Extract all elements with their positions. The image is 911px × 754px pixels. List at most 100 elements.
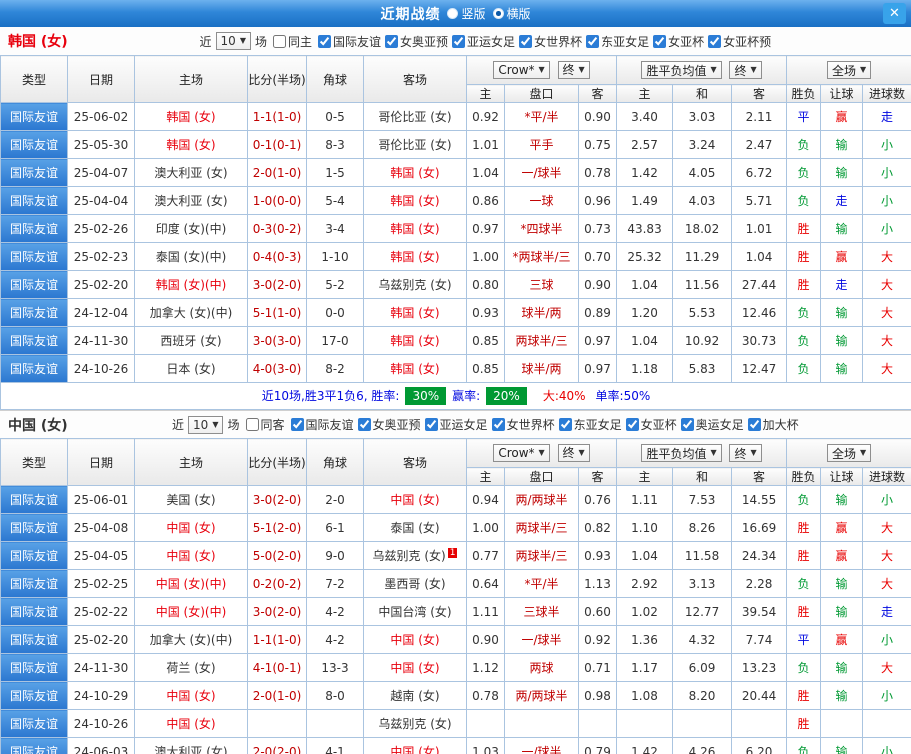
- match-row: 国际友谊 25-02-20 加拿大 (女)(中) 1-1(1-0) 4-2 中国 (女) 0…: [0, 625, 911, 654]
- match-score: 2-0(2-0): [247, 737, 307, 754]
- result-handicap: 赢: [820, 102, 864, 131]
- same-venue-checkbox[interactable]: 同主: [269, 33, 312, 50]
- match-row: 国际友谊 25-05-30 韩国 (女) 0-1(0-1) 8-3 哥伦比亚 (女) 1.0…: [0, 130, 911, 159]
- match-type-link[interactable]: 国际友谊: [0, 569, 68, 598]
- dropdown-arrow-icon: ▼: [538, 448, 545, 458]
- layout-radio-horizontal[interactable]: 横版: [492, 5, 531, 22]
- match-score: 4-1(0-1): [247, 653, 307, 682]
- handicap-final-select[interactable]: 终 ▼: [557, 60, 590, 79]
- avg-odds-select[interactable]: 胜平负均值 ▼: [641, 61, 722, 79]
- filter-checkbox[interactable]: 女亚杯: [622, 416, 677, 433]
- match-row: 国际友谊 24-11-30 西班牙 (女) 3-0(3-0) 17-0 韩国 (女) 0.8…: [0, 326, 911, 355]
- checkbox-input[interactable]: [318, 34, 332, 48]
- avg-home-odds: 1.49: [616, 186, 674, 215]
- checkbox-input[interactable]: [385, 34, 399, 48]
- away-team: 中国 (女): [363, 737, 467, 754]
- close-button[interactable]: ✕: [883, 3, 906, 24]
- recent-count-select[interactable]: 10 ▼: [215, 32, 251, 50]
- checkbox-input[interactable]: [273, 34, 286, 48]
- avg-home-odds: 3.40: [616, 102, 674, 131]
- match-type-link[interactable]: 国际友谊: [0, 242, 68, 271]
- checkbox-input[interactable]: [680, 418, 694, 431]
- filter-checkbox[interactable]: 国际友谊: [314, 33, 381, 50]
- match-type-link[interactable]: 国际友谊: [0, 541, 68, 570]
- filter-checkbox[interactable]: 加大杯: [744, 416, 799, 433]
- result-outcome: 负: [786, 485, 822, 514]
- result-goals: 小: [862, 485, 911, 514]
- filter-checkbox[interactable]: 东亚女足: [582, 33, 649, 50]
- match-type-link[interactable]: 国际友谊: [0, 298, 68, 327]
- col-header-date: 日期: [67, 438, 135, 486]
- avg-away-odds: 12.47: [731, 354, 788, 383]
- scope-select[interactable]: 全场 ▼: [826, 444, 872, 462]
- match-type-link[interactable]: 国际友谊: [0, 354, 68, 383]
- match-type-link[interactable]: 国际友谊: [0, 709, 68, 738]
- result-handicap: 输: [820, 681, 864, 710]
- match-type-link[interactable]: 国际友谊: [0, 158, 68, 187]
- match-type-link[interactable]: 国际友谊: [0, 681, 68, 710]
- checkbox-input[interactable]: [625, 418, 639, 431]
- checkbox-input[interactable]: [653, 34, 667, 48]
- match-score: 0-4(0-3): [247, 242, 307, 271]
- avg-home-odds: 1.08: [616, 681, 674, 710]
- filter-checkbox[interactable]: 女世界杯: [488, 416, 555, 433]
- avg-draw-odds: 12.77: [672, 597, 733, 626]
- match-type-link[interactable]: 国际友谊: [0, 513, 68, 542]
- checkbox-input[interactable]: [245, 418, 259, 431]
- corner-score: 4-1: [306, 737, 364, 754]
- match-type-link[interactable]: 国际友谊: [0, 270, 68, 299]
- checkbox-input[interactable]: [452, 34, 466, 48]
- checkbox-input[interactable]: [747, 418, 761, 431]
- filter-label: 东亚女足: [573, 418, 622, 432]
- checkbox-input[interactable]: [491, 418, 505, 431]
- match-row: 国际友谊 25-02-22 中国 (女)(中) 3-0(2-0) 4-2 中国台湾 (女)…: [0, 597, 911, 626]
- checkbox-input[interactable]: [558, 418, 572, 431]
- checkbox-input[interactable]: [290, 418, 304, 431]
- filter-checkbox[interactable]: 国际友谊: [287, 416, 354, 433]
- match-type-link[interactable]: 国际友谊: [0, 102, 68, 131]
- filter-checkbox[interactable]: 亚运女足: [421, 416, 488, 433]
- checkbox-input[interactable]: [708, 34, 722, 48]
- bookmaker-select[interactable]: Crow* ▼: [493, 444, 550, 463]
- europe-final-select[interactable]: 终 ▼: [729, 444, 762, 462]
- home-team: 印度 (女)(中): [134, 214, 248, 243]
- checkbox-input[interactable]: [357, 418, 371, 431]
- avg-draw-odds: 4.32: [672, 625, 733, 654]
- filter-checkbox[interactable]: 女亚杯预: [704, 33, 771, 50]
- checkbox-input[interactable]: [586, 34, 600, 48]
- checkbox-input[interactable]: [424, 418, 438, 431]
- layout-radio-vertical[interactable]: 竖版: [447, 5, 486, 22]
- match-type-link[interactable]: 国际友谊: [0, 214, 68, 243]
- same-venue-label: 同主: [288, 34, 313, 49]
- filter-checkbox[interactable]: 女奥亚预: [354, 416, 421, 433]
- handicap-line: 一球: [504, 186, 579, 215]
- avg-home-odds: 1.42: [616, 737, 674, 754]
- filter-checkbox[interactable]: 女奥亚预: [381, 33, 448, 50]
- filter-checkbox[interactable]: 东亚女足: [555, 416, 622, 433]
- avg-odds-select[interactable]: 胜平负均值 ▼: [641, 444, 722, 462]
- match-type-link[interactable]: 国际友谊: [0, 186, 68, 215]
- avg-away-odds: 27.44: [731, 270, 788, 299]
- match-type-link[interactable]: 国际友谊: [0, 597, 68, 626]
- checkbox-input[interactable]: [519, 34, 533, 48]
- match-type-link[interactable]: 国际友谊: [0, 485, 68, 514]
- same-venue-checkbox[interactable]: 同客: [242, 416, 285, 433]
- match-type-link[interactable]: 国际友谊: [0, 326, 68, 355]
- match-row: 国际友谊 25-04-08 中国 (女) 5-1(2-0) 6-1 泰国 (女) 1.00 两…: [0, 513, 911, 542]
- match-type-link[interactable]: 国际友谊: [0, 653, 68, 682]
- recent-count-value: 10: [220, 34, 236, 48]
- filter-checkbox[interactable]: 奥运女足: [677, 416, 744, 433]
- match-type-link[interactable]: 国际友谊: [0, 737, 68, 754]
- scope-select[interactable]: 全场 ▼: [826, 61, 872, 79]
- filter-checkbox[interactable]: 亚运女足: [448, 33, 515, 50]
- bookmaker-select[interactable]: Crow* ▼: [493, 61, 550, 80]
- recent-count-select[interactable]: 10 ▼: [188, 415, 224, 434]
- match-type-link[interactable]: 国际友谊: [0, 625, 68, 654]
- away-team: 韩国 (女): [363, 326, 467, 355]
- europe-final-select[interactable]: 终 ▼: [729, 61, 762, 79]
- filter-checkbox[interactable]: 女世界杯: [515, 33, 582, 50]
- handicap-home-odds: 0.64: [466, 569, 505, 598]
- match-type-link[interactable]: 国际友谊: [0, 130, 68, 159]
- filter-checkbox[interactable]: 女亚杯: [649, 33, 704, 50]
- handicap-final-select[interactable]: 终 ▼: [557, 443, 590, 462]
